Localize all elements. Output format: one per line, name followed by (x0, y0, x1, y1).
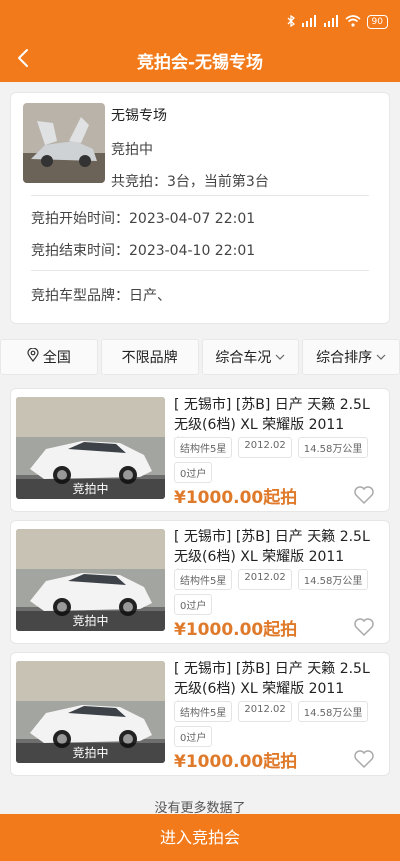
car-tags: 结构件5星 2012.02 14.58万公里 0过户 (174, 701, 384, 747)
tag-transfers: 0过户 (174, 594, 213, 615)
signal-icon (301, 14, 317, 30)
signal-icon (323, 14, 339, 30)
filter-condition-label: 综合车况 (215, 350, 272, 366)
car-tags: 结构件5星 2012.02 14.58万公里 0过户 (174, 437, 384, 483)
start-price: ¥1000.00起拍 (174, 752, 298, 772)
filter-sort-label: 综合排序 (316, 350, 373, 366)
battery-indicator: 90 (366, 15, 388, 29)
filter-condition[interactable]: 综合车况 (201, 339, 300, 375)
status-bar: 90 (287, 14, 388, 30)
auction-name: 无锡专场 (111, 108, 167, 124)
car-tags: 结构件5星 2012.02 14.58万公里 0过户 (174, 569, 384, 615)
car-image: 竞拍中 (16, 661, 165, 763)
auction-info-card: 无锡专场 竞拍中 共竞拍：3台，当前第3台 竞拍开始时间：2023-04-07 … (10, 92, 390, 324)
start-time-label: 竞拍开始时间： (31, 211, 129, 227)
tag-transfers: 0过户 (174, 462, 213, 483)
heart-icon[interactable] (353, 617, 375, 637)
auction-count: 共竞拍：3台，当前第3台 (111, 174, 269, 190)
tag-mileage: 14.58万公里 (297, 569, 369, 590)
page-title: 竞拍会-无锡专场 (136, 53, 264, 73)
auction-status-badge: 竞拍中 (16, 743, 165, 763)
start-price: ¥1000.00起拍 (174, 488, 298, 508)
end-time-value: 2023-04-10 22:01 (129, 243, 256, 259)
tag-reg-date: 2012.02 (238, 701, 292, 722)
filter-bar: 全国 不限品牌 综合车况 综合排序 (0, 339, 400, 375)
filter-brand-label: 不限品牌 (121, 350, 178, 366)
tag-structure: 结构件5星 (174, 437, 233, 458)
tag-structure: 结构件5星 (174, 569, 233, 590)
end-time-row: 竞拍结束时间：2023-04-10 22:01 (31, 240, 255, 260)
tag-mileage: 14.58万公里 (297, 701, 369, 722)
chevron-down-icon (376, 349, 386, 365)
chevron-down-icon (275, 349, 285, 365)
filter-brand[interactable]: 不限品牌 (100, 339, 199, 375)
filter-sort[interactable]: 综合排序 (302, 339, 400, 375)
auction-status: 竞拍中 (111, 142, 153, 158)
brand-row: 竞拍车型品牌：日产、 (31, 285, 171, 305)
car-card[interactable]: 竞拍中 [ 无锡市] [苏B] 日产 天籁 2.5L 无级(6档) XL 荣耀版… (10, 652, 390, 776)
auction-status-badge: 竞拍中 (16, 479, 165, 499)
car-image: 竞拍中 (16, 529, 165, 631)
car-image: 竞拍中 (16, 397, 165, 499)
heart-icon[interactable] (353, 485, 375, 505)
auction-status-badge: 竞拍中 (16, 611, 165, 631)
end-time-label: 竞拍结束时间： (31, 243, 129, 259)
location-pin-icon (27, 347, 39, 366)
car-card[interactable]: 竞拍中 [ 无锡市] [苏B] 日产 天籁 2.5L 无级(6档) XL 荣耀版… (10, 520, 390, 644)
tag-structure: 结构件5星 (174, 701, 233, 722)
tag-mileage: 14.58万公里 (297, 437, 369, 458)
tag-transfers: 0过户 (174, 726, 213, 747)
divider (31, 270, 369, 271)
filter-region[interactable]: 全国 (0, 339, 98, 375)
car-card[interactable]: 竞拍中 [ 无锡市] [苏B] 日产 天籁 2.5L 无级(6档) XL 荣耀版… (10, 388, 390, 512)
start-time-value: 2023-04-07 22:01 (129, 211, 256, 227)
brand-value: 日产、 (129, 288, 171, 304)
app-header: 90 竞拍会-无锡专场 (0, 0, 400, 82)
bluetooth-icon (287, 14, 295, 30)
start-price: ¥1000.00起拍 (174, 620, 298, 640)
tag-reg-date: 2012.02 (238, 569, 292, 590)
auction-thumbnail (23, 103, 105, 183)
heart-icon[interactable] (353, 749, 375, 769)
filter-region-label: 全国 (42, 350, 71, 366)
start-time-row: 竞拍开始时间：2023-04-07 22:01 (31, 208, 255, 228)
wifi-icon (345, 14, 361, 30)
enter-auction-button[interactable]: 进入竞拍会 (0, 814, 400, 861)
divider (31, 195, 369, 196)
brand-label: 竞拍车型品牌： (31, 288, 129, 304)
tag-reg-date: 2012.02 (238, 437, 292, 458)
